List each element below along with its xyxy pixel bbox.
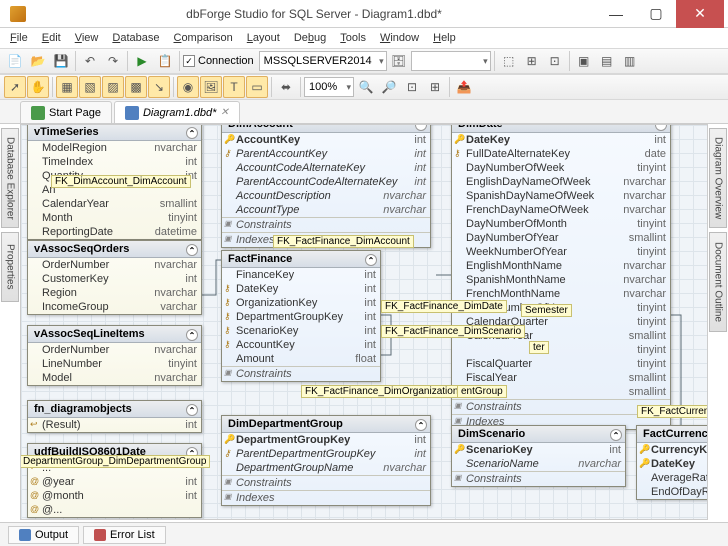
- db-combo[interactable]: [411, 51, 491, 71]
- output-icon: [19, 529, 31, 541]
- connection-label: Connection: [198, 55, 254, 67]
- tab-diagram[interactable]: Diagram1.dbd* ✕: [114, 101, 240, 123]
- undo-button[interactable]: ↶: [79, 50, 101, 72]
- fk-dimaccount-dimaccount[interactable]: FK_DimAccount_DimAccount: [51, 175, 191, 188]
- run-button[interactable]: ▶: [131, 50, 153, 72]
- tool-c[interactable]: ⊡: [544, 50, 566, 72]
- menu-window[interactable]: Window: [374, 30, 425, 46]
- fk-frag-entgroup[interactable]: entGroup: [457, 385, 507, 398]
- bottom-tabs: Output Error List: [0, 522, 728, 546]
- zoom-out-button[interactable]: 🔍: [355, 76, 377, 98]
- entity-factfinance[interactable]: FactFinance⌃ FinanceKeyint ⚷DateKeyint ⚷…: [221, 250, 381, 382]
- autosize-button[interactable]: ⬌: [275, 76, 297, 98]
- zoom-in-button[interactable]: 🔎: [378, 76, 400, 98]
- sidetab-diagram-overview[interactable]: Diagram Overview: [709, 128, 727, 228]
- save-button[interactable]: 💾: [50, 50, 72, 72]
- fk-factfinance-dimaccount[interactable]: FK_FactFinance_DimAccount: [273, 235, 414, 248]
- table-tool[interactable]: ▦: [56, 76, 78, 98]
- window-title: dbForge Studio for SQL Server - Diagram1…: [32, 7, 596, 21]
- entity-factcurrencyrate[interactable]: FactCurrencyRate⌃ 🔑CurrencyKeyint 🔑DateK…: [636, 425, 708, 500]
- maximize-button[interactable]: ▢: [636, 0, 676, 28]
- entity-dimdepartmentgroup[interactable]: DimDepartmentGroup⌃ 🔑DepartmentGroupKeyi…: [221, 415, 431, 506]
- menu-bar: File Edit View Database Comparison Layou…: [0, 28, 728, 48]
- image-tool[interactable]: 🖼: [200, 76, 222, 98]
- sidetab-doc-outline[interactable]: Document Outline: [709, 232, 727, 332]
- hand-tool[interactable]: ✋: [27, 76, 49, 98]
- fk-frag-semester[interactable]: Semester: [521, 304, 572, 317]
- tab-output[interactable]: Output: [8, 526, 79, 544]
- connection-combo[interactable]: MSSQLSERVER2014: [259, 51, 387, 71]
- close-button[interactable]: ✕: [676, 0, 724, 28]
- tool-a[interactable]: ⬚: [498, 50, 520, 72]
- sidetab-properties[interactable]: Properties: [1, 232, 19, 302]
- tab-close-icon[interactable]: ✕: [220, 107, 228, 118]
- export-button[interactable]: 📤: [453, 76, 475, 98]
- fk-factcurrencyrate[interactable]: FK_FactCurrencyRate_: [637, 405, 708, 418]
- zoom-sel-button[interactable]: ⊞: [424, 76, 446, 98]
- text-tool[interactable]: T: [223, 76, 245, 98]
- pointer-tool[interactable]: ➚: [4, 76, 26, 98]
- menu-debug[interactable]: Debug: [288, 30, 332, 46]
- menu-help[interactable]: Help: [427, 30, 462, 46]
- fk-icon: ⚷: [224, 148, 234, 159]
- app-icon: [10, 6, 26, 22]
- menu-tools[interactable]: Tools: [334, 30, 372, 46]
- start-page-icon: [31, 106, 45, 120]
- menu-file[interactable]: File: [4, 30, 34, 46]
- toolbar-secondary: ➚ ✋ ▦ ▧ ▨ ▩ ↘ ◉ 🖼 T ▭ ⬌ 100% 🔍 🔎 ⊡ ⊞ 📤: [0, 74, 728, 100]
- document-tabs: Start Page Diagram1.dbd* ✕: [0, 100, 728, 124]
- fk-frag-ter[interactable]: ter: [529, 341, 549, 354]
- menu-view[interactable]: View: [69, 30, 105, 46]
- tool-f[interactable]: ▥: [619, 50, 641, 72]
- container-tool[interactable]: ▭: [246, 76, 268, 98]
- constraints-section[interactable]: Constraints: [222, 217, 430, 232]
- diagram-icon: [125, 106, 139, 120]
- zoom-combo[interactable]: 100%: [304, 77, 354, 97]
- error-icon: [94, 529, 106, 541]
- entity-dimaccount[interactable]: DimAccount⌃ 🔑AccountKeyint ⚷ParentAccoun…: [221, 124, 431, 248]
- sidetab-db-explorer[interactable]: Database Explorer: [1, 128, 19, 228]
- tool-b[interactable]: ⊞: [521, 50, 543, 72]
- tool-d[interactable]: ▣: [573, 50, 595, 72]
- collapse-icon[interactable]: ⌃: [186, 127, 198, 139]
- db-button[interactable]: 🗄: [388, 50, 410, 72]
- menu-comparison[interactable]: Comparison: [167, 30, 238, 46]
- title-bar: dbForge Studio for SQL Server - Diagram1…: [0, 0, 728, 28]
- minimize-button[interactable]: —: [596, 0, 636, 28]
- relation-tool[interactable]: ↘: [148, 76, 170, 98]
- menu-database[interactable]: Database: [106, 30, 165, 46]
- connection-check[interactable]: ✓: [183, 55, 195, 67]
- open-button[interactable]: 📂: [27, 50, 49, 72]
- return-icon: ↩: [30, 419, 40, 430]
- new-button[interactable]: 📄: [4, 50, 26, 72]
- paste-button[interactable]: 📋: [154, 50, 176, 72]
- redo-button[interactable]: ↷: [102, 50, 124, 72]
- stamp-tool[interactable]: ◉: [177, 76, 199, 98]
- entity-header[interactable]: vTimeSeries⌃: [28, 124, 201, 141]
- entity-vassocseqorders[interactable]: vAssocSeqOrders⌃ OrderNumbernvarchar Cus…: [27, 240, 202, 315]
- diagram-canvas[interactable]: vTimeSeries⌃ ModelRegionnvarchar TimeInd…: [20, 124, 708, 520]
- param-icon: @: [30, 476, 40, 486]
- tab-start-page[interactable]: Start Page: [20, 101, 112, 123]
- proc-tool[interactable]: ▨: [102, 76, 124, 98]
- menu-layout[interactable]: Layout: [241, 30, 286, 46]
- zoom-fit-button[interactable]: ⊡: [401, 76, 423, 98]
- toolbar-primary: 📄 📂 💾 ↶ ↷ ▶ 📋 ✓ Connection MSSQLSERVER20…: [0, 48, 728, 74]
- entity-vassocseqlineitems[interactable]: vAssocSeqLineItems⌃ OrderNumbernvarchar …: [27, 325, 202, 386]
- key-icon: 🔑: [224, 134, 234, 145]
- fk-departmentgroup[interactable]: DepartmentGroup_DimDepartmentGroup: [20, 455, 210, 468]
- menu-edit[interactable]: Edit: [36, 30, 67, 46]
- tab-error-list[interactable]: Error List: [83, 526, 166, 544]
- fk-factfinance-dimscenario[interactable]: FK_FactFinance_DimScenario: [381, 325, 525, 338]
- view-tool[interactable]: ▧: [79, 76, 101, 98]
- note-tool[interactable]: ▩: [125, 76, 147, 98]
- tool-e[interactable]: ▤: [596, 50, 618, 72]
- fk-factfinance-dimdate[interactable]: FK_FactFinance_DimDate: [381, 300, 507, 313]
- entity-dimscenario[interactable]: DimScenario⌃ 🔑ScenarioKeyint ScenarioNam…: [451, 425, 626, 487]
- entity-fn-diagramobjects[interactable]: fn_diagramobjects⌃ ↩(Result)int: [27, 400, 202, 433]
- fk-factfinance-dimorganization[interactable]: FK_FactFinance_DimOrganization: [301, 385, 462, 398]
